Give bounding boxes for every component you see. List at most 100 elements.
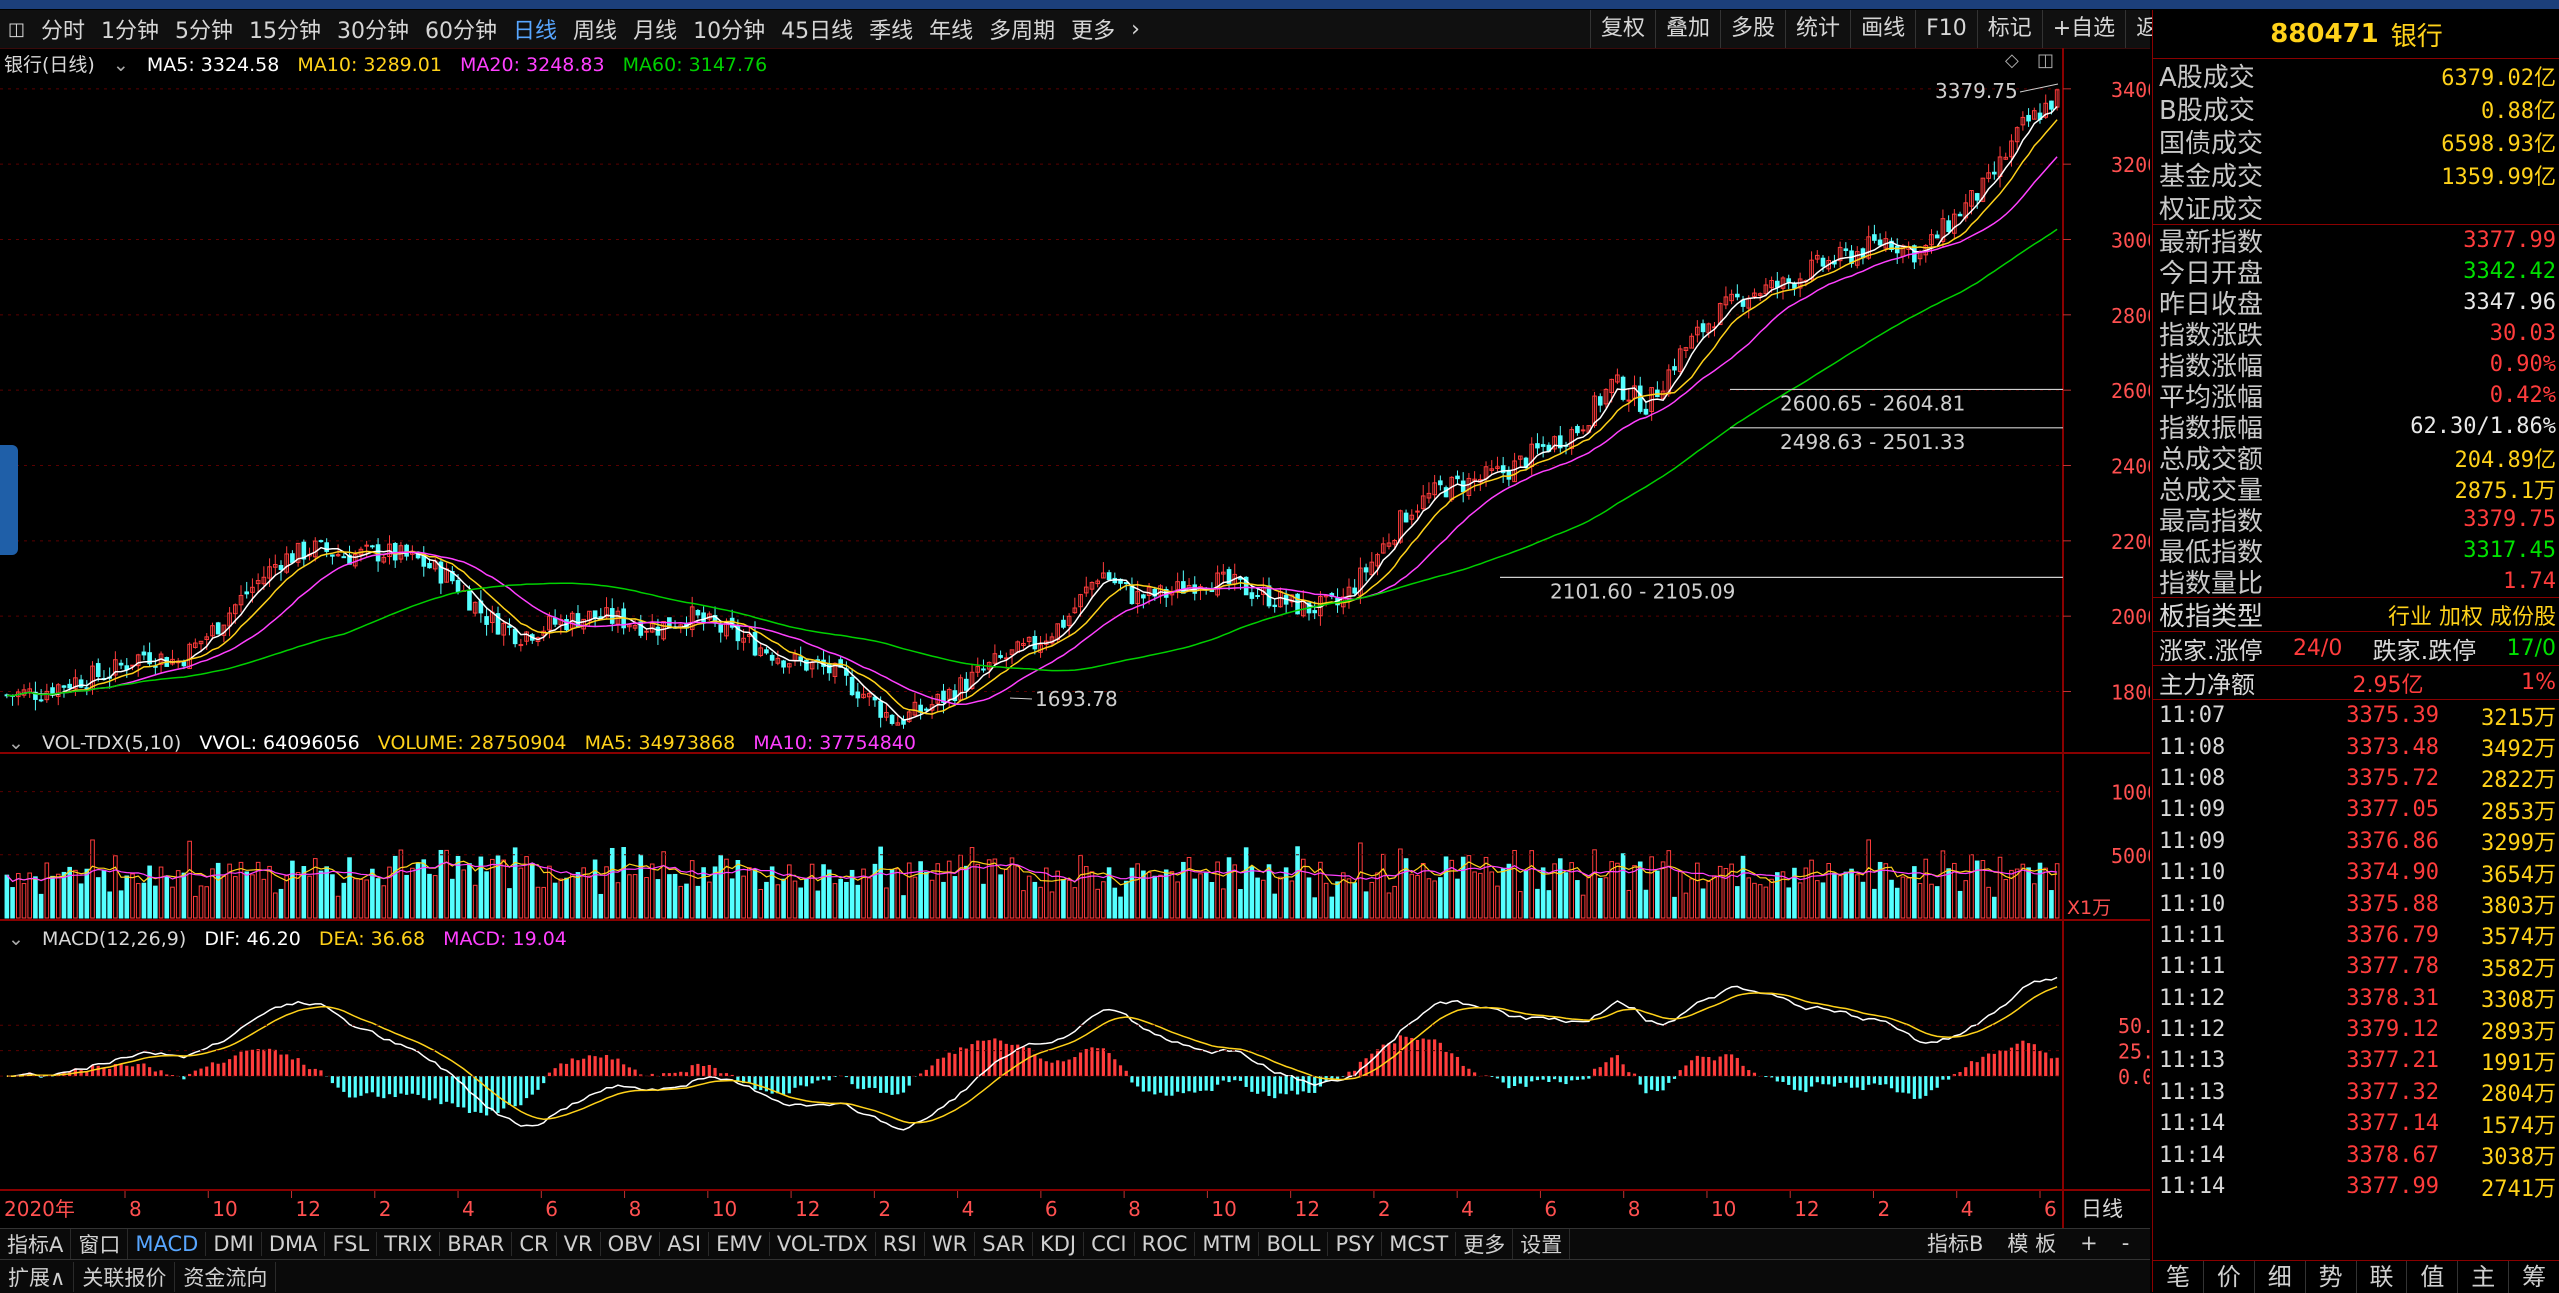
period-tab-5[interactable]: 60分钟 xyxy=(417,13,505,45)
status-item-2[interactable]: 资金流向 xyxy=(175,1261,277,1292)
tick-volume: 2804万 xyxy=(2481,1082,2556,1108)
quote-tab-6[interactable]: 主 xyxy=(2458,1261,2510,1293)
indicator-tab-14[interactable]: RSI xyxy=(876,1232,925,1256)
tick-time: 11:10 xyxy=(2159,860,2226,886)
period-tab-3[interactable]: 15分钟 xyxy=(241,13,329,45)
time-axis-label: 12 xyxy=(795,1197,820,1221)
vol-ma10-label: MA10: 37754840 xyxy=(753,732,916,754)
window-title-strip xyxy=(0,0,2559,9)
chevron-down-icon[interactable]: ⌄ xyxy=(113,54,129,76)
tool-button-7[interactable]: +自选 xyxy=(2041,10,2125,48)
volume-bar xyxy=(1700,888,1706,919)
candle-body xyxy=(1438,480,1443,486)
side-panel-toggle[interactable] xyxy=(0,445,18,555)
volume-bar xyxy=(1506,863,1512,919)
indicator-tab-0[interactable]: 指标A xyxy=(0,1229,72,1259)
indicator-tab-18[interactable]: CCI xyxy=(1084,1232,1135,1256)
indicator-tab-6[interactable]: TRIX xyxy=(377,1232,441,1256)
time-axis-label: 10 xyxy=(1711,1197,1736,1221)
indicator-tab-22[interactable]: PSY xyxy=(1328,1232,1383,1256)
price-axis-label: 2400 xyxy=(2111,455,2150,479)
indicator-tab-8[interactable]: CR xyxy=(512,1232,557,1256)
tool-button-4[interactable]: 画线 xyxy=(1850,10,1915,48)
candle-body xyxy=(1934,234,1940,239)
period-tab-2[interactable]: 5分钟 xyxy=(167,13,241,45)
volume-bar xyxy=(735,859,741,919)
tool-button-6[interactable]: 标记 xyxy=(1976,10,2042,48)
tool-button-5[interactable]: F10 xyxy=(1915,10,1977,48)
indicator-right-tab-1[interactable]: 模 板 xyxy=(1995,1228,2068,1258)
period-tab-1[interactable]: 1分钟 xyxy=(93,13,167,45)
tool-button-2[interactable]: 多股 xyxy=(1720,10,1785,48)
period-tab-9[interactable]: 10分钟 xyxy=(685,13,773,45)
volume-bar xyxy=(1192,878,1198,919)
stat-label: 基金成交 xyxy=(2159,162,2264,192)
indicator-tab-16[interactable]: SAR xyxy=(975,1232,1033,1256)
key-level-label: 2498.63 - 2501.33 xyxy=(1780,430,1965,454)
status-item-1[interactable]: 关联报价 xyxy=(74,1261,176,1292)
tool-button-0[interactable]: 复权 xyxy=(1590,10,1655,48)
tick-list[interactable]: 11:07 3375.39 3215万 11:08 3373.48 3492万 11:08 3… xyxy=(2153,699,2559,1202)
quote-tab-2[interactable]: 细 xyxy=(2255,1261,2306,1293)
indicator-tab-7[interactable]: BRAR xyxy=(440,1232,513,1256)
indicator-tab-11[interactable]: ASI xyxy=(660,1232,710,1256)
period-tab-7[interactable]: 周线 xyxy=(565,13,625,45)
chart-area[interactable]: 3400 3200 3000 2800 2600 2400 2200 2000 1800 2600… xyxy=(0,48,2150,1228)
price-axis-label: 2200 xyxy=(2111,530,2150,554)
indicator-tab-9[interactable]: VR xyxy=(557,1232,601,1256)
period-tab-14[interactable]: 更多 xyxy=(1063,13,1123,45)
period-tab-6[interactable]: 日线 xyxy=(505,13,565,45)
indicator-tab-13[interactable]: VOL-TDX xyxy=(770,1232,876,1256)
quote-tab-5[interactable]: 值 xyxy=(2407,1261,2459,1293)
indicator-tab-2[interactable]: MACD xyxy=(128,1232,207,1256)
indicator-tab-3[interactable]: DMI xyxy=(206,1232,262,1256)
status-item-0[interactable]: 扩展∧ xyxy=(0,1261,75,1292)
period-tab-4[interactable]: 30分钟 xyxy=(329,13,417,45)
quote-tab-1[interactable]: 价 xyxy=(2204,1261,2255,1293)
period-tab-0[interactable]: 分时 xyxy=(33,13,93,45)
indicator-right-tab-0[interactable]: 指标B xyxy=(1915,1228,1995,1258)
chevron-right-icon[interactable]: › xyxy=(1123,17,1148,42)
tool-button-1[interactable]: 叠加 xyxy=(1655,10,1720,48)
candle-body xyxy=(655,626,661,636)
period-tab-11[interactable]: 季线 xyxy=(861,13,921,45)
index-type-value[interactable]: 行业 加权 成份股 xyxy=(2388,599,2556,631)
indicator-tab-25[interactable]: 设置 xyxy=(1513,1229,1571,1259)
chevron-down-icon[interactable]: ⌄ xyxy=(8,928,24,950)
indicator-tab-12[interactable]: EMV xyxy=(709,1232,770,1256)
volume-bar xyxy=(729,878,735,919)
quote-tab-4[interactable]: 联 xyxy=(2357,1261,2408,1293)
tool-button-3[interactable]: 统计 xyxy=(1785,10,1850,48)
indicator-tab-19[interactable]: ROC xyxy=(1135,1232,1196,1256)
period-tab-12[interactable]: 年线 xyxy=(921,13,981,45)
period-tab-8[interactable]: 月线 xyxy=(625,13,685,45)
quote-tab-7[interactable]: 筹 xyxy=(2509,1261,2559,1293)
volume-bar xyxy=(1854,874,1860,919)
menu-icon[interactable]: ◫ xyxy=(0,19,33,40)
period-tab-10[interactable]: 45日线 xyxy=(773,13,861,45)
quote-value: 2875.1万 xyxy=(2454,478,2556,504)
indicator-tab-24[interactable]: 更多 xyxy=(1456,1229,1514,1259)
indicator-right-tab-2[interactable]: + xyxy=(2068,1231,2110,1255)
indicator-right-tab-3[interactable]: - xyxy=(2110,1231,2142,1255)
indicator-tab-5[interactable]: FSL xyxy=(325,1232,378,1256)
volume-bar xyxy=(644,876,649,919)
indicator-tab-4[interactable]: DMA xyxy=(262,1232,326,1256)
indicator-tab-17[interactable]: KDJ xyxy=(1033,1232,1085,1256)
period-tab-13[interactable]: 多周期 xyxy=(981,13,1063,45)
volume-bar xyxy=(358,878,364,919)
quote-tab-0[interactable]: 笔 xyxy=(2153,1261,2204,1293)
chevron-down-icon[interactable]: ⌄ xyxy=(8,732,24,754)
quote-tab-3[interactable]: 势 xyxy=(2306,1261,2357,1293)
indicator-tab-23[interactable]: MCST xyxy=(1382,1232,1457,1256)
indicator-tab-21[interactable]: BOLL xyxy=(1259,1232,1329,1256)
indicator-tab-20[interactable]: MTM xyxy=(1195,1232,1260,1256)
volume-bar xyxy=(250,874,255,919)
volume-bar xyxy=(1478,872,1483,919)
main-legend: 银行(日线) ⌄ MA5: 3324.58 MA10: 3289.01 MA20… xyxy=(4,50,779,77)
indicator-tab-1[interactable]: 窗口 xyxy=(71,1229,129,1259)
dea-label: DEA: 36.68 xyxy=(318,928,426,950)
candle-body xyxy=(1506,469,1512,480)
indicator-tab-15[interactable]: WR xyxy=(925,1232,976,1256)
indicator-tab-10[interactable]: OBV xyxy=(601,1232,661,1256)
